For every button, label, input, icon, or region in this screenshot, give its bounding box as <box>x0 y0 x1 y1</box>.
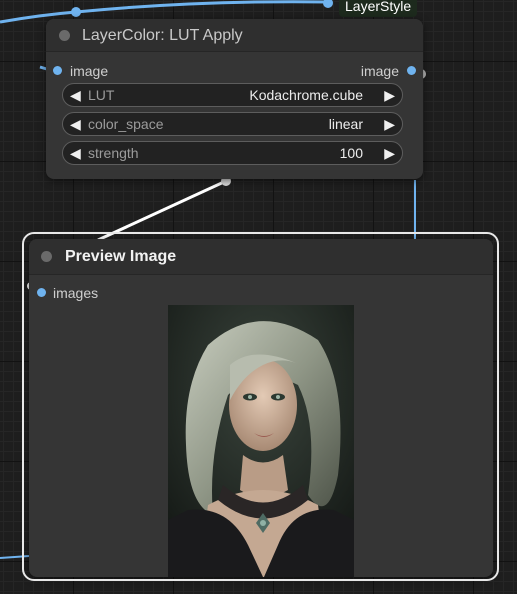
widget-label: LUT <box>88 87 115 103</box>
input-slot-dot-icon[interactable] <box>37 288 46 297</box>
slot-row: image image <box>46 61 423 81</box>
node-title: Preview Image <box>65 248 177 265</box>
widget-value: 100 <box>339 145 363 161</box>
arrow-right-icon[interactable]: ▶ <box>384 116 395 132</box>
color-space-combo-widget[interactable]: ◀ color_space linear ▶ <box>62 112 403 136</box>
widget-label: strength <box>88 145 139 161</box>
widget-value: Kodachrome.cube <box>249 87 363 103</box>
widget-label: color_space <box>88 116 164 132</box>
arrow-left-icon[interactable]: ◀ <box>70 145 81 161</box>
output-slot-label: image <box>360 63 399 79</box>
lut-combo-widget[interactable]: ◀ LUT Kodachrome.cube ▶ <box>62 83 403 107</box>
preview-node-header[interactable]: Preview Image <box>29 239 493 275</box>
arrow-left-icon[interactable]: ◀ <box>70 87 81 103</box>
lut-node-header[interactable]: LayerColor: LUT Apply <box>46 19 423 52</box>
link-blue-left <box>0 555 30 559</box>
portrait-image <box>168 305 354 577</box>
collapse-dot-icon[interactable] <box>41 251 52 262</box>
arrow-right-icon[interactable]: ▶ <box>384 145 395 161</box>
link-reroute-dot <box>323 0 333 8</box>
preview-image[interactable] <box>168 305 354 577</box>
input-slot-label: images <box>53 285 99 301</box>
layerstyle-badge[interactable]: LayerStyle <box>339 0 418 17</box>
output-slot-dot-icon[interactable] <box>407 66 416 75</box>
input-slot-label: image <box>70 63 109 79</box>
node-title: LayerColor: LUT Apply <box>82 27 243 44</box>
strength-number-widget[interactable]: ◀ strength 100 ▶ <box>62 141 403 165</box>
input-slot-dot-icon[interactable] <box>53 66 62 75</box>
preview-image-node[interactable]: Preview Image images <box>29 239 493 577</box>
link-white <box>97 179 227 242</box>
widget-value: linear <box>328 116 363 132</box>
link-reroute-dot <box>71 7 81 17</box>
collapse-dot-icon[interactable] <box>59 30 70 41</box>
lut-apply-node[interactable]: LayerColor: LUT Apply image image ◀ LUT … <box>46 19 423 179</box>
arrow-right-icon[interactable]: ▶ <box>384 87 395 103</box>
arrow-left-icon[interactable]: ◀ <box>70 116 81 132</box>
